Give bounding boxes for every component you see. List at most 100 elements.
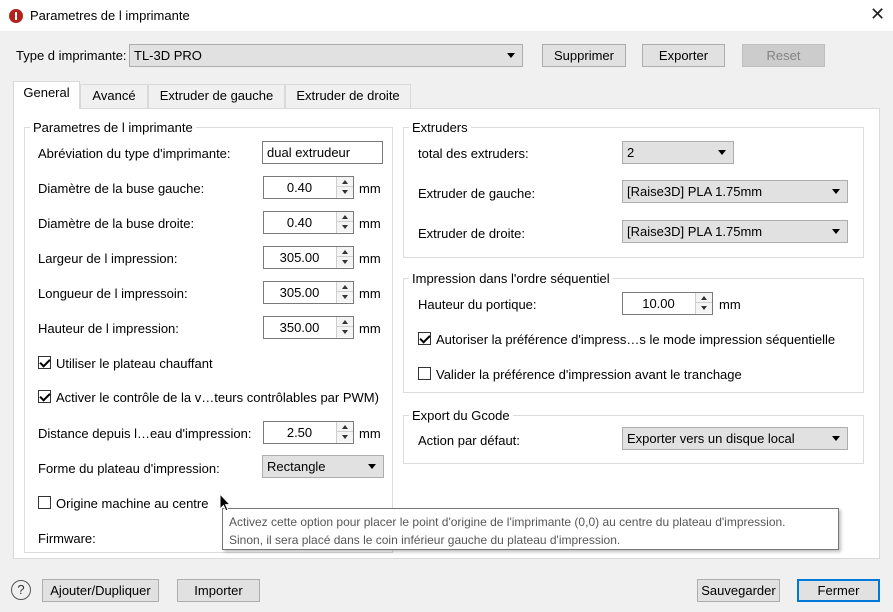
print-height-label: Hauteur de l impression: [38, 321, 179, 336]
validate-preference-label: Valider la préférence d'impression avant… [436, 367, 742, 382]
pwm-label: Activer le contrôle de la v…teurs contrô… [56, 390, 379, 405]
pwm-checkbox[interactable] [38, 390, 51, 403]
sequential-title: Impression dans l'ordre séquentiel [409, 271, 613, 286]
tab-left-extruder[interactable]: Extruder de gauche [148, 84, 285, 108]
tab-right-extruder[interactable]: Extruder de droite [285, 84, 411, 108]
printer-type-label: Type d imprimante: [16, 48, 127, 63]
print-length-stepper[interactable]: 305.00 [263, 281, 354, 304]
origin-center-label: Origine machine au centre [56, 496, 209, 511]
print-width-label: Largeur de l impression: [38, 251, 178, 266]
close-icon[interactable]: ✕ [870, 5, 885, 23]
distance-stepper[interactable]: 2.50 [263, 421, 354, 444]
unit-label: mm [359, 321, 381, 336]
spin-up-icon[interactable] [337, 317, 353, 327]
allow-sequential-checkbox[interactable] [418, 332, 431, 345]
chevron-down-icon [832, 436, 840, 441]
delete-button[interactable]: Supprimer [542, 44, 626, 67]
origin-center-checkbox[interactable] [38, 496, 51, 509]
printer-type-select[interactable]: TL-3D PRO [129, 44, 523, 67]
unit-label: mm [359, 426, 381, 441]
export-button[interactable]: Exporter [642, 44, 725, 67]
chevron-down-icon [832, 189, 840, 194]
chevron-down-icon [507, 53, 515, 58]
spin-up-icon[interactable] [696, 293, 712, 303]
spin-up-icon[interactable] [337, 282, 353, 292]
spin-up-icon[interactable] [337, 247, 353, 257]
spin-down-icon[interactable] [337, 327, 353, 337]
abbr-input[interactable]: dual extrudeur [262, 141, 383, 164]
chevron-down-icon [832, 229, 840, 234]
unit-label: mm [359, 216, 381, 231]
gantry-height-label: Hauteur du portique: [418, 297, 537, 312]
printer-params-title: Parametres de l imprimante [30, 120, 196, 135]
total-extruders-select[interactable]: 2 [622, 141, 734, 164]
print-length-label: Longueur de l impressoin: [38, 286, 188, 301]
nozzle-left-value: 0.40 [286, 180, 313, 195]
tooltip-line-1: Activez cette option pour placer le poin… [229, 515, 786, 529]
right-extruder-value: [Raise3D] PLA 1.75mm [627, 224, 763, 239]
help-icon[interactable]: ? [11, 580, 31, 600]
left-extruder-label: Extruder de gauche: [418, 186, 536, 201]
print-height-stepper[interactable]: 350.00 [263, 316, 354, 339]
spin-down-icon[interactable] [337, 292, 353, 302]
spin-down-icon[interactable] [337, 257, 353, 267]
default-action-select[interactable]: Exporter vers un disque local [622, 427, 848, 450]
unit-label: mm [719, 297, 741, 312]
extruders-title: Extruders [409, 120, 471, 135]
nozzle-left-stepper[interactable]: 0.40 [263, 176, 354, 199]
right-extruder-select[interactable]: [Raise3D] PLA 1.75mm [622, 220, 848, 243]
firmware-label: Firmware: [38, 531, 96, 546]
left-extruder-select[interactable]: [Raise3D] PLA 1.75mm [622, 180, 848, 203]
add-duplicate-button[interactable]: Ajouter/Dupliquer [42, 579, 159, 602]
heated-bed-checkbox[interactable] [38, 356, 51, 369]
spin-down-icon[interactable] [696, 303, 712, 313]
save-button[interactable]: Sauvegarder [697, 579, 780, 602]
chevron-down-icon [368, 464, 376, 469]
default-action-value: Exporter vers un disque local [627, 431, 795, 446]
unit-label: mm [359, 181, 381, 196]
tooltip-line-2: Sinon, il sera placé dans le coin inféri… [229, 533, 621, 547]
reset-button[interactable]: Reset [742, 44, 825, 67]
spin-down-icon[interactable] [337, 432, 353, 442]
tab-advanced[interactable]: Avancé [80, 84, 148, 108]
window-title: Parametres de l imprimante [30, 8, 190, 23]
origin-tooltip: Activez cette option pour placer le poin… [222, 508, 839, 550]
default-action-label: Action par défaut: [418, 433, 520, 448]
gantry-height-stepper[interactable]: 10.00 [622, 292, 713, 315]
nozzle-right-label: Diamètre de la buse droite: [38, 216, 195, 231]
allow-sequential-label: Autoriser la préférence d'impress…s le m… [436, 332, 836, 347]
distance-value: 2.50 [286, 425, 313, 440]
print-width-value: 305.00 [279, 250, 320, 265]
print-width-stepper[interactable]: 305.00 [263, 246, 354, 269]
spin-down-icon[interactable] [337, 187, 353, 197]
gcode-title: Export du Gcode [409, 408, 513, 423]
heated-bed-label: Utiliser le plateau chauffant [56, 356, 213, 371]
validate-preference-checkbox[interactable] [418, 367, 431, 380]
distance-label: Distance depuis l…eau d'impression: [38, 426, 252, 441]
print-length-value: 305.00 [279, 285, 320, 300]
chevron-down-icon [718, 150, 726, 155]
import-button[interactable]: Importer [177, 579, 260, 602]
printer-type-value: TL-3D PRO [134, 48, 202, 63]
spin-up-icon[interactable] [337, 422, 353, 432]
total-extruders-value: 2 [627, 145, 635, 160]
left-extruder-value: [Raise3D] PLA 1.75mm [627, 184, 763, 199]
bed-shape-value: Rectangle [267, 459, 326, 474]
tab-general[interactable]: General [13, 81, 80, 109]
spin-down-icon[interactable] [337, 222, 353, 232]
nozzle-left-label: Diamètre de la buse gauche: [38, 181, 205, 196]
spin-up-icon[interactable] [337, 212, 353, 222]
nozzle-right-value: 0.40 [286, 215, 313, 230]
bed-shape-label: Forme du plateau d'impression: [38, 461, 220, 476]
right-extruder-label: Extruder de droite: [418, 226, 525, 241]
bed-shape-select[interactable]: Rectangle [262, 455, 384, 478]
nozzle-right-stepper[interactable]: 0.40 [263, 211, 354, 234]
unit-label: mm [359, 286, 381, 301]
unit-label: mm [359, 251, 381, 266]
total-extruders-label: total des extruders: [418, 146, 529, 161]
print-height-value: 350.00 [279, 320, 320, 335]
close-button[interactable]: Fermer [797, 579, 880, 602]
spin-up-icon[interactable] [337, 177, 353, 187]
mouse-cursor-icon [219, 493, 231, 512]
gantry-height-value: 10.00 [642, 296, 675, 311]
